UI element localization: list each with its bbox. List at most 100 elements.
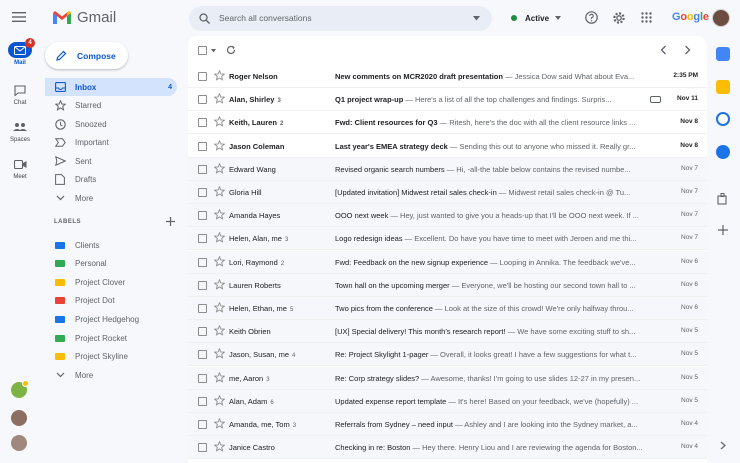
nav-item-snoozed[interactable]: Snoozed [45, 115, 177, 133]
nav-item-more[interactable]: More [45, 189, 177, 207]
keep-icon[interactable] [716, 80, 730, 94]
status-dropdown[interactable]: Active [511, 8, 562, 28]
account-avatar[interactable] [712, 9, 730, 27]
help-icon[interactable] [585, 11, 598, 24]
calendar-icon[interactable] [716, 47, 730, 61]
search-options-icon[interactable] [473, 16, 480, 21]
star-icon[interactable] [214, 70, 225, 81]
rail-chat[interactable]: Chat [0, 82, 40, 106]
label-item[interactable]: Clients [45, 236, 177, 254]
star-icon[interactable] [214, 186, 225, 197]
nav-item-important[interactable]: Important [45, 134, 177, 152]
nav-item-sent[interactable]: Sent [45, 152, 177, 170]
label-item[interactable]: Project Hedgehog [45, 310, 177, 328]
avatar[interactable] [11, 435, 27, 451]
star-icon[interactable] [214, 302, 225, 313]
table-row[interactable]: Edward Wang Revised organic search number… [188, 157, 707, 181]
row-checkbox[interactable] [198, 280, 207, 290]
attachment-icon[interactable] [650, 96, 661, 104]
table-row[interactable]: Keith, Lauren 2 Fwd: Client resources for … [188, 111, 707, 135]
prev-page-icon[interactable] [660, 45, 667, 55]
next-page-icon[interactable] [684, 45, 691, 55]
select-all-checkbox[interactable] [198, 46, 207, 55]
table-row[interactable]: Amanda Hayes OOO next week — Hey, just wa… [188, 204, 707, 228]
row-checkbox[interactable] [198, 304, 207, 313]
row-checkbox[interactable] [198, 443, 207, 453]
table-row[interactable]: Lauren Roberts Town hall on the upcoming … [188, 273, 707, 297]
search-bar[interactable]: Search all conversations [189, 6, 492, 31]
table-row[interactable]: Roger Nelson New comments on MCR2020 draf… [188, 65, 707, 88]
search-icon[interactable] [199, 13, 210, 24]
table-row[interactable]: Keith Obrien [UX] Special delivery! This … [188, 320, 707, 344]
row-checkbox[interactable] [198, 234, 207, 244]
label-item[interactable]: Project Skyline [45, 348, 177, 366]
star-icon[interactable] [214, 255, 225, 267]
star-icon[interactable] [214, 441, 225, 452]
star-icon[interactable] [214, 139, 225, 151]
label-item[interactable]: Project Dot [45, 292, 177, 310]
contacts-icon[interactable] [716, 145, 730, 159]
label-item[interactable]: Project Clover [45, 273, 177, 291]
star-icon[interactable] [214, 371, 225, 383]
star-icon[interactable] [214, 93, 225, 104]
label-item[interactable]: Personal [45, 255, 177, 273]
table-row[interactable]: Jason Coleman Last year's EMEA strategy d… [188, 135, 707, 158]
row-checkbox[interactable] [198, 350, 207, 360]
row-checkbox[interactable] [198, 257, 207, 267]
nav-item-drafts[interactable]: Drafts [45, 171, 177, 189]
star-icon[interactable] [214, 209, 225, 220]
compose-button[interactable]: Compose [45, 42, 128, 69]
google-logo[interactable]: Google [672, 11, 709, 23]
star-icon[interactable] [214, 348, 225, 360]
table-row[interactable]: Helen, Ethan, me 5 Two pics from the confe… [188, 297, 707, 320]
settings-gear-icon[interactable] [612, 11, 626, 25]
row-checkbox[interactable] [198, 95, 207, 105]
table-row[interactable]: me, Aaron 3 Re: Corp strategy slides? — Aw… [188, 366, 707, 390]
label-item[interactable]: Project Rocket [45, 329, 177, 347]
search-input[interactable]: Search all conversations [219, 13, 312, 23]
row-checkbox[interactable] [198, 118, 207, 128]
nav-item-starred[interactable]: Starred [45, 97, 177, 115]
row-checkbox[interactable] [198, 420, 207, 429]
row-checkbox[interactable] [198, 396, 207, 406]
avatar[interactable] [11, 410, 27, 426]
labels-more[interactable]: More [45, 366, 177, 384]
apps-grid-icon[interactable] [641, 12, 652, 23]
table-row[interactable]: Lori, Raymond 2 Fwd: Feedback on the new s… [188, 250, 707, 274]
rail-meet[interactable]: Meet [0, 156, 40, 180]
star-icon[interactable] [214, 325, 225, 336]
row-checkbox[interactable] [198, 211, 207, 221]
add-label-icon[interactable] [166, 217, 175, 226]
refresh-icon[interactable] [226, 45, 236, 55]
row-checkbox[interactable] [198, 327, 207, 337]
tasks-icon[interactable] [716, 112, 730, 126]
gmail-logo-icon[interactable] [52, 10, 72, 25]
rail-spaces[interactable]: Spaces [0, 119, 40, 143]
addons-icon[interactable] [717, 193, 729, 205]
table-row[interactable]: Alan, Shirley 3 Q1 project wrap-up — Here'… [188, 88, 707, 112]
star-icon[interactable] [214, 162, 225, 174]
row-checkbox[interactable] [198, 141, 207, 151]
table-row[interactable]: Gloria Hill [Updated invitation] Midwest … [188, 181, 707, 204]
table-row[interactable]: Janice Castro Checking in re: Boston — He… [188, 436, 707, 460]
table-row[interactable]: Jason, Susan, me 4 Re: Project Skylight 1-… [188, 343, 707, 367]
table-row[interactable]: Amanda, me, Tom 3 Referrals from Sydney – … [188, 413, 707, 436]
expand-panel-icon[interactable] [720, 441, 726, 450]
row-checkbox[interactable] [198, 164, 207, 174]
star-icon[interactable] [214, 278, 225, 290]
avatar[interactable] [11, 380, 29, 398]
nav-item-inbox[interactable]: Inbox 4 [45, 78, 177, 96]
table-row[interactable]: Alan, Adam 6 Updated expense report templa… [188, 389, 707, 413]
star-icon[interactable] [214, 232, 225, 244]
table-row[interactable]: Helen, Alan, me 3 Logo redesign ideas — Ex… [188, 227, 707, 251]
main-menu-icon[interactable] [12, 11, 26, 23]
row-checkbox[interactable] [198, 72, 207, 81]
row-checkbox[interactable] [198, 373, 207, 383]
star-icon[interactable] [214, 418, 225, 429]
row-checkbox[interactable] [198, 188, 207, 197]
star-icon[interactable] [214, 116, 225, 128]
rail-mail[interactable]: 4 Mail [0, 38, 40, 66]
select-dropdown-icon[interactable] [211, 49, 216, 53]
star-icon[interactable] [214, 394, 225, 406]
add-addon-icon[interactable] [718, 225, 728, 235]
